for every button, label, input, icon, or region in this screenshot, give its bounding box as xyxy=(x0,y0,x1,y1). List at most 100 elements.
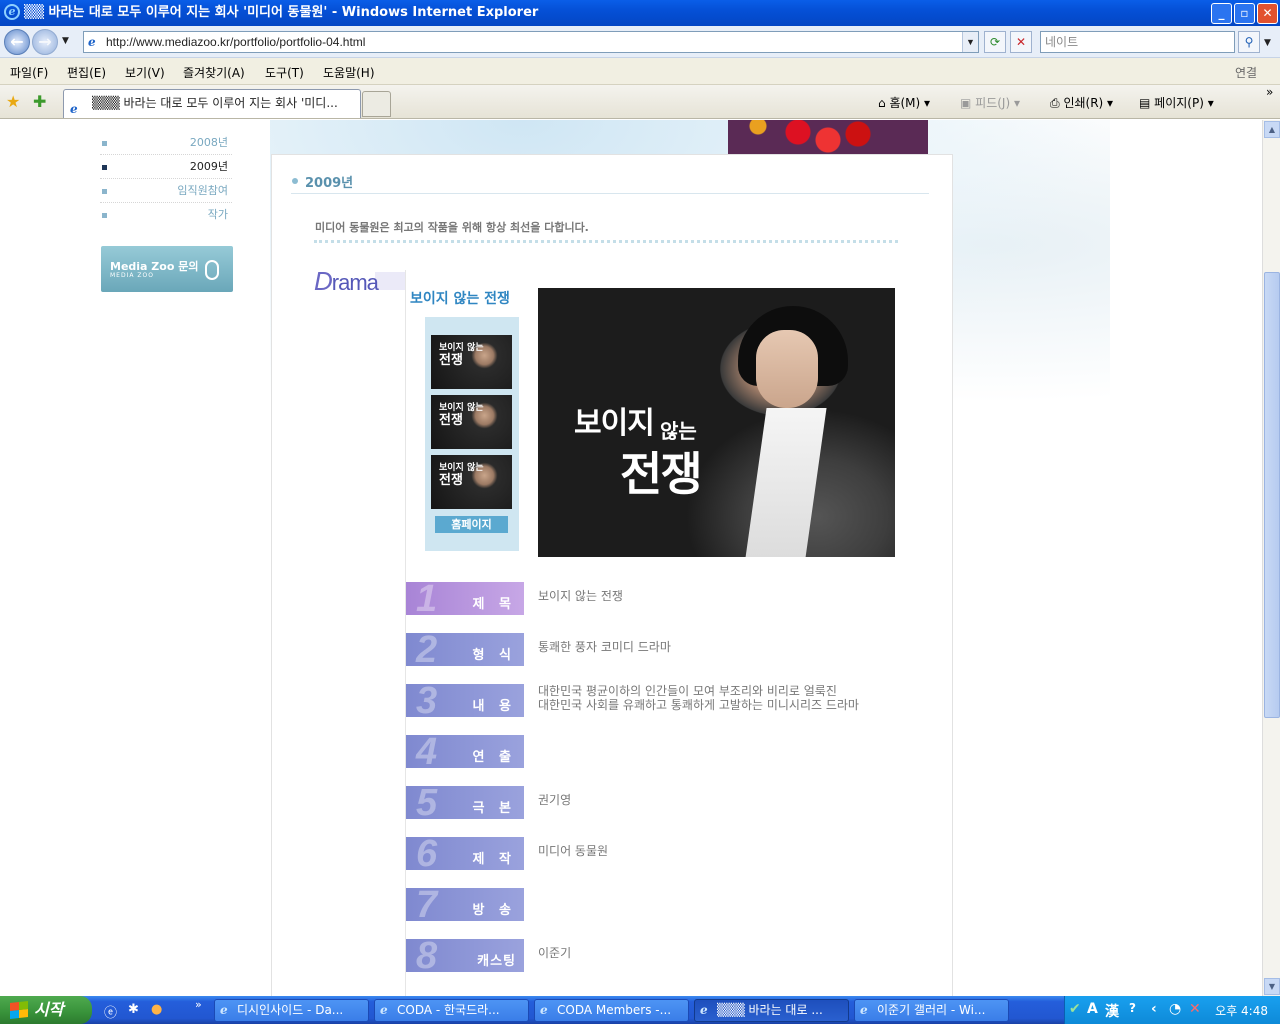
section-title: 2009년 xyxy=(305,176,354,191)
taskbar-item-3[interactable]: e CODA Members -... xyxy=(534,999,689,1022)
maximize-button[interactable]: ▫ xyxy=(1234,3,1255,24)
ie-icon: e xyxy=(860,1003,868,1017)
menu-edit[interactable]: 편집(E) xyxy=(67,64,106,81)
page-menu-button[interactable]: ▤ 페이지(P) ▾ xyxy=(1139,94,1214,111)
detail-value-casting: 이준기 xyxy=(538,946,572,960)
search-options-icon[interactable]: ▼ xyxy=(1264,38,1271,48)
homepage-button[interactable]: 홈페이지 xyxy=(435,516,508,533)
quicklaunch-ie-icon[interactable]: ⓔ xyxy=(104,1002,117,1021)
mouse-icon xyxy=(205,260,219,280)
detail-value-format: 통쾌한 풍자 코미디 드라마 xyxy=(538,640,671,654)
clock[interactable]: 오후 4:48 xyxy=(1215,1002,1268,1019)
toolbar-overflow-button[interactable]: » xyxy=(1266,85,1273,99)
page-menu-icon: ▤ xyxy=(1139,96,1151,110)
category-underlay xyxy=(375,272,405,290)
menu-tools[interactable]: 도구(T) xyxy=(265,64,304,81)
page-viewport: 2008년 2009년 임직원참여 작가 Media Zoo 문의 MEDIA … xyxy=(0,120,1262,996)
menu-view[interactable]: 보기(V) xyxy=(125,64,165,81)
home-icon: ⌂ xyxy=(878,96,886,110)
address-input[interactable]: e http://www.mediazoo.kr/portfolio/portf… xyxy=(83,31,979,53)
forward-button[interactable]: → xyxy=(32,29,58,55)
taskbar: 시작 ⓔ ✱ ● » e 디시인사이드 - Da... e CODA - 한국드라.… xyxy=(0,996,1280,1024)
detail-label-broadcast: 7방 송 xyxy=(406,884,524,926)
ie-icon: e xyxy=(380,1003,388,1017)
detail-label-content: 3내 용 xyxy=(406,680,524,722)
detail-value-content-line1: 대한민국 평균이하의 인간들이 모여 부조리와 비리로 얼룩진 xyxy=(538,684,837,698)
category-heading: Drama xyxy=(314,266,379,297)
print-button[interactable]: ⎙ 인쇄(R) ▾ xyxy=(1050,94,1113,111)
tab-toolbar: ★ ✚ e ▒▒▒ 바라는 대로 모두 이루어 지는 회사 '미디... ⌂ 홈… xyxy=(0,85,1280,119)
scroll-up-arrow-icon[interactable]: ▲ xyxy=(1264,121,1280,138)
page-icon: e xyxy=(88,35,96,49)
ie-icon: e xyxy=(220,1003,228,1017)
detail-label-director: 4연 출 xyxy=(406,731,524,773)
search-input[interactable]: 네이트 xyxy=(1040,31,1235,53)
inquiry-subtitle: MEDIA ZOO xyxy=(110,272,154,279)
search-icon[interactable]: ⚲ xyxy=(1238,31,1260,53)
printer-icon: ⎙ xyxy=(1050,96,1060,110)
quicklaunch-app-icon[interactable]: ✱ xyxy=(128,1002,139,1017)
feeds-button[interactable]: ▣ 피드(J) ▾ xyxy=(960,94,1020,111)
category-rest: rama xyxy=(331,270,379,295)
quicklaunch-overflow-icon[interactable]: » xyxy=(195,998,202,1011)
tab-active-label: ▒▒▒ 바라는 대로 모두 이루어 지는 회사 '미디... xyxy=(92,96,338,110)
address-dropdown-icon[interactable]: ▼ xyxy=(962,32,978,52)
window-title-bar[interactable]: e ▒▒ 바라는 대로 모두 이루어 지는 회사 '미디어 동물원' - Win… xyxy=(0,0,1280,26)
show-title: 보이지 않는 전쟁 xyxy=(410,291,510,307)
new-tab-button[interactable] xyxy=(362,91,391,117)
start-button[interactable]: 시작 xyxy=(0,996,92,1024)
refresh-icon[interactable]: ⟳ xyxy=(984,31,1006,53)
thumbnail-2[interactable]: 보이지 않는 전쟁 xyxy=(431,395,512,449)
favorites-star-icon[interactable]: ★ xyxy=(6,92,20,111)
thumbnail-3[interactable]: 보이지 않는 전쟁 xyxy=(431,455,512,509)
dotted-divider xyxy=(314,240,898,243)
print-label: 인쇄(R) xyxy=(1063,96,1104,110)
inquiry-button[interactable]: Media Zoo 문의 MEDIA ZOO xyxy=(101,246,233,292)
history-dropdown-icon[interactable]: ▼ xyxy=(62,36,69,46)
back-button[interactable]: ← xyxy=(4,29,30,55)
help-icon[interactable]: ? xyxy=(1129,1001,1136,1015)
sidebar-item-writer[interactable]: 작가 xyxy=(100,203,232,227)
stop-icon[interactable]: ✕ xyxy=(1010,31,1032,53)
tray-warning-icon[interactable]: ✕ xyxy=(1189,1001,1201,1017)
tray-network-icon[interactable]: ◔ xyxy=(1169,1001,1181,1017)
section-divider xyxy=(291,193,929,194)
tray-shield-icon[interactable]: ✔ xyxy=(1069,1001,1081,1017)
system-tray: ✔ A 漢 ? ‹ ◔ ✕ 오후 4:48 xyxy=(1064,996,1280,1024)
ie-icon: e xyxy=(4,4,20,20)
tab-active[interactable]: e ▒▒▒ 바라는 대로 모두 이루어 지는 회사 '미디... xyxy=(63,89,361,118)
links-label[interactable]: 연결 xyxy=(1235,64,1257,81)
tray-arrow-icon[interactable]: ‹ xyxy=(1151,1001,1157,1017)
detail-value-title: 보이지 않는 전쟁 xyxy=(538,589,623,603)
minimize-button[interactable]: _ xyxy=(1211,3,1232,24)
taskbar-item-5[interactable]: e 이준기 갤러리 - Wi... xyxy=(854,999,1009,1022)
close-button[interactable]: ✕ xyxy=(1257,3,1278,24)
add-favorites-icon[interactable]: ✚ xyxy=(33,92,46,111)
menu-help[interactable]: 도움말(H) xyxy=(323,64,375,81)
ie-icon: e xyxy=(700,1003,708,1017)
sidebar-item-staff[interactable]: 임직원참여 xyxy=(100,179,232,203)
ime-hanja-icon[interactable]: 漢 xyxy=(1105,1001,1119,1021)
detail-value-script: 권기영 xyxy=(538,793,572,807)
sidebar-item-2009[interactable]: 2009년 xyxy=(100,155,232,179)
menu-file[interactable]: 파일(F) xyxy=(10,64,48,81)
quicklaunch-media-icon[interactable]: ● xyxy=(151,1002,162,1017)
detail-label-script: 5극 본 xyxy=(406,782,524,824)
taskbar-item-1[interactable]: e 디시인사이드 - Da... xyxy=(214,999,369,1022)
feed-icon: ▣ xyxy=(960,96,972,110)
ime-a-icon[interactable]: A xyxy=(1087,1001,1098,1017)
category-initial: D xyxy=(314,266,333,296)
scroll-thumb[interactable] xyxy=(1264,272,1280,718)
home-button[interactable]: ⌂ 홈(M) ▾ xyxy=(878,94,930,111)
scroll-down-arrow-icon[interactable]: ▼ xyxy=(1264,978,1280,995)
taskbar-item-4[interactable]: e ▒▒▒ 바라는 대로 ... xyxy=(694,999,849,1022)
thumbnail-1[interactable]: 보이지 않는 전쟁 xyxy=(431,335,512,389)
detail-value-content-line2: 대한민국 사회를 유쾌하고 통쾌하게 고발하는 미니시리즈 드라마 xyxy=(538,698,859,712)
section-subtitle: 미디어 동물원은 최고의 작품을 위해 항상 최선을 다합니다. xyxy=(315,221,589,234)
menu-favorites[interactable]: 즐겨찾기(A) xyxy=(183,64,245,81)
tab-page-icon: e xyxy=(70,102,78,116)
taskbar-item-2[interactable]: e CODA - 한국드라... xyxy=(374,999,529,1022)
page-menu-label: 페이지(P) xyxy=(1154,96,1204,110)
vertical-scrollbar[interactable]: ▲ ▼ xyxy=(1262,120,1280,996)
sidebar-item-2008[interactable]: 2008년 xyxy=(100,131,232,155)
